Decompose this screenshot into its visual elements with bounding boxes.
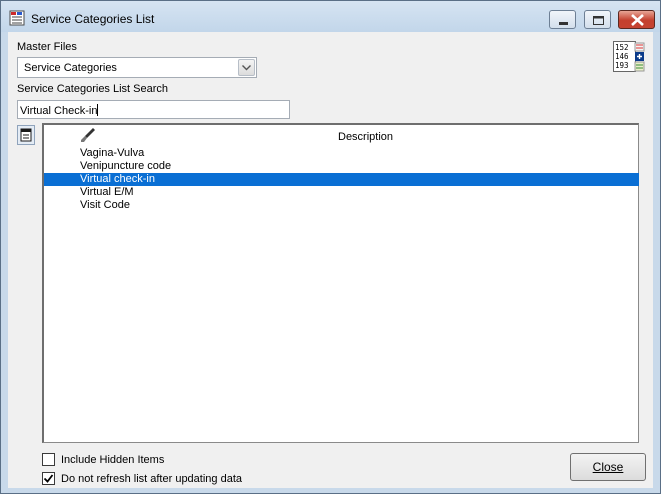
- master-files-dropdown[interactable]: Service Categories: [17, 57, 257, 78]
- service-categories-window: Service Categories List Master Files Ser…: [0, 0, 661, 494]
- list-item[interactable]: Visit Code: [44, 199, 639, 212]
- close-icon: [631, 14, 644, 26]
- master-files-selected: Service Categories: [24, 62, 117, 74]
- no-refresh-label: Do not refresh list after updating data: [61, 473, 242, 485]
- search-value: Virtual Check-in: [20, 104, 99, 117]
- maximize-icon: [593, 16, 604, 25]
- list-item[interactable]: Venipuncture code: [44, 160, 639, 173]
- window-title: Service Categories List: [31, 12, 155, 26]
- dropdown-button[interactable]: [238, 59, 255, 76]
- svg-text:146: 146: [615, 52, 629, 61]
- list-rows: Vagina-Vulva Venipuncture code Virtual c…: [44, 147, 639, 212]
- maximize-button[interactable]: [584, 10, 611, 29]
- list-view-button[interactable]: [17, 125, 35, 145]
- close-button[interactable]: Close: [570, 453, 646, 481]
- list-item-selected[interactable]: Virtual check-in: [44, 173, 639, 186]
- title-bar[interactable]: Service Categories List: [1, 1, 660, 32]
- brush-icon[interactable]: [80, 127, 96, 143]
- numbers-list-icon[interactable]: 152 146 193: [613, 41, 645, 73]
- checkmark-icon: [43, 474, 54, 483]
- list-item[interactable]: Virtual E/M: [44, 186, 639, 199]
- list-header: Description: [44, 125, 639, 147]
- minimize-icon: [559, 22, 568, 25]
- master-files-label: Master Files: [17, 41, 77, 53]
- svg-text:193: 193: [615, 61, 629, 70]
- app-icon: [9, 10, 25, 26]
- document-icon: [20, 128, 32, 142]
- search-input[interactable]: Virtual Check-in: [17, 100, 290, 119]
- close-window-button[interactable]: [618, 10, 655, 29]
- include-hidden-checkbox[interactable]: [42, 453, 55, 466]
- minimize-button[interactable]: [549, 10, 576, 29]
- dialog-client-area: Master Files Service Categories 152 146 …: [8, 32, 653, 488]
- chevron-down-icon: [242, 65, 251, 71]
- include-hidden-label: Include Hidden Items: [61, 454, 165, 466]
- service-categories-list[interactable]: Description Vagina-Vulva Venipuncture co…: [42, 123, 639, 443]
- description-column-header[interactable]: Description: [338, 131, 393, 143]
- list-item[interactable]: Vagina-Vulva: [44, 147, 639, 160]
- search-label: Service Categories List Search: [17, 83, 169, 95]
- svg-text:152: 152: [615, 43, 629, 52]
- no-refresh-checkbox[interactable]: [42, 472, 55, 485]
